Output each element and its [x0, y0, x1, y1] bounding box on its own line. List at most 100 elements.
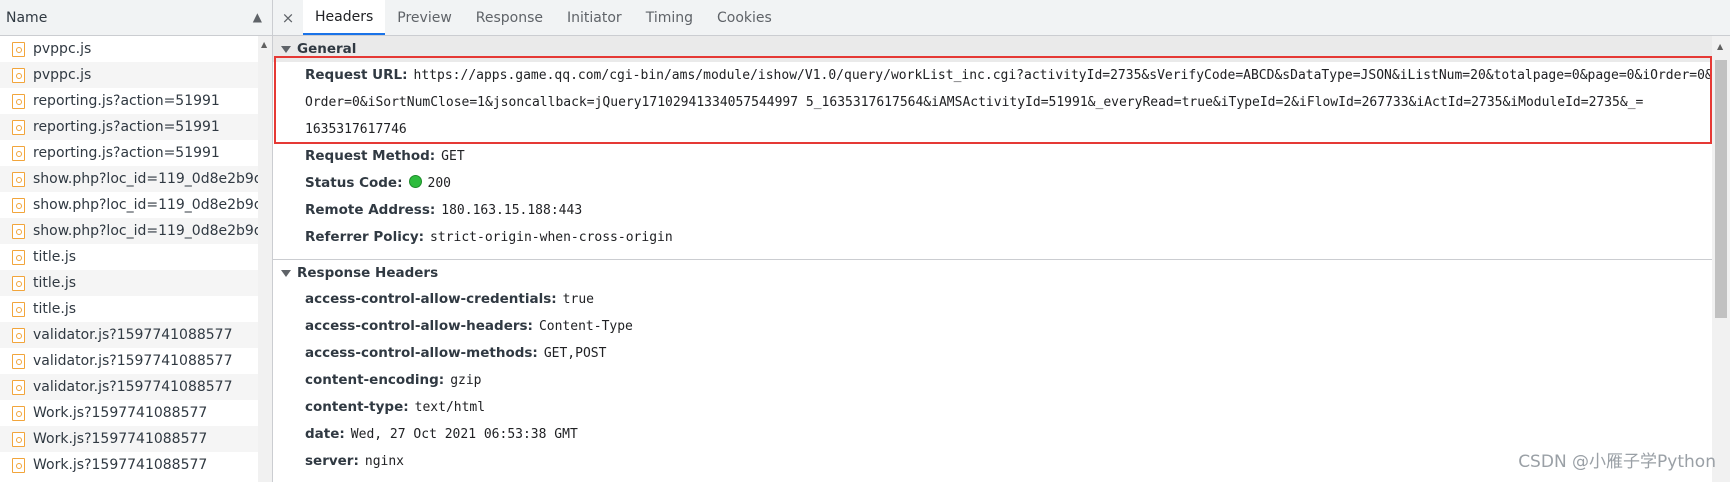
request-row[interactable]: pvppc.js: [0, 62, 258, 88]
request-row[interactable]: show.php?loc_id=119_0d8e2b9df: [0, 166, 258, 192]
request-row[interactable]: validator.js?1597741088577: [0, 348, 258, 374]
response-headers-section-header[interactable]: Response Headers: [273, 260, 1712, 286]
script-file-icon: [12, 353, 25, 369]
scrollbar-thumb[interactable]: [1715, 60, 1727, 318]
request-list-scrollbar[interactable]: ▲: [258, 36, 272, 482]
request-name: pvppc.js: [33, 67, 92, 83]
referrer-policy-label: Referrer Policy:: [305, 229, 425, 245]
request-name: validator.js?1597741088577: [33, 353, 233, 369]
request-row[interactable]: validator.js?1597741088577: [0, 322, 258, 348]
response-header-row: content-type: text/html: [273, 394, 1712, 421]
response-header-name: access-control-allow-methods:: [305, 345, 538, 361]
script-file-icon: [12, 145, 25, 161]
watermark: CSDN @小雁子学Python: [1518, 452, 1716, 472]
scroll-up-arrow-icon[interactable]: ▲: [261, 40, 267, 49]
response-header-row: date: Wed, 27 Oct 2021 06:53:38 GMT: [273, 421, 1712, 448]
request-row[interactable]: Work.js?1597741088577: [0, 426, 258, 452]
request-name: title.js: [33, 249, 77, 265]
general-section-header[interactable]: General: [273, 36, 1712, 62]
tab-headers[interactable]: Headers: [303, 0, 386, 35]
request-method-row: Request Method: GET: [273, 143, 1712, 170]
scroll-up-arrow-icon[interactable]: ▲: [1717, 42, 1723, 51]
script-file-icon: [12, 93, 25, 109]
details-scrollbar[interactable]: ▲: [1712, 36, 1730, 482]
request-url-block: Request URL: https://apps.game.qq.com/cgi…: [273, 62, 1712, 143]
request-method-label: Request Method:: [305, 148, 436, 164]
response-header-value: text/html: [414, 400, 486, 415]
response-header-name: server:: [305, 453, 359, 469]
request-name: Work.js?1597741088577: [33, 405, 208, 421]
request-detail-panel: × Headers Preview Response Initiator Tim…: [273, 0, 1730, 482]
response-header-value: nginx: [364, 454, 405, 469]
response-header-name: access-control-allow-headers:: [305, 318, 533, 334]
request-row[interactable]: title.js: [0, 296, 258, 322]
request-name: reporting.js?action=51991: [33, 119, 220, 135]
script-file-icon: [12, 405, 25, 421]
request-name: Work.js?1597741088577: [33, 431, 208, 447]
request-row[interactable]: title.js: [0, 244, 258, 270]
response-header-row: access-control-allow-credentials: true: [273, 286, 1712, 313]
request-name: validator.js?1597741088577: [33, 379, 233, 395]
script-file-icon: [12, 275, 25, 291]
headers-content: General Request URL: https://apps.game.qq…: [273, 36, 1712, 482]
status-ok-icon: [408, 175, 422, 188]
general-section-title: General: [297, 41, 357, 57]
tab-cookies[interactable]: Cookies: [705, 0, 784, 35]
response-header-row: content-encoding: gzip: [273, 367, 1712, 394]
request-row[interactable]: pvppc.js: [0, 36, 258, 62]
request-row[interactable]: validator.js?1597741088577: [0, 374, 258, 400]
request-row[interactable]: Work.js?1597741088577: [0, 400, 258, 426]
remote-address-value: 180.163.15.188:443: [441, 203, 583, 218]
detail-tabs: × Headers Preview Response Initiator Tim…: [273, 0, 1730, 36]
request-row[interactable]: Work.js?1597741088577: [0, 452, 258, 478]
request-url-label: Request URL:: [305, 67, 408, 83]
tab-preview[interactable]: Preview: [385, 0, 464, 35]
name-column-label: Name: [6, 9, 48, 26]
response-header-name: content-type:: [305, 399, 409, 415]
script-file-icon: [12, 431, 25, 447]
name-column-header[interactable]: Name ▲: [0, 0, 272, 36]
expand-triangle-icon: [281, 45, 291, 53]
tab-timing[interactable]: Timing: [634, 0, 705, 35]
request-name: show.php?loc_id=119_0d8e2b9df: [33, 197, 258, 213]
request-row[interactable]: reporting.js?action=51991: [0, 88, 258, 114]
response-header-row: access-control-allow-headers: Content-Typ…: [273, 313, 1712, 340]
remote-address-row: Remote Address: 180.163.15.188:443: [273, 197, 1712, 224]
request-row[interactable]: reporting.js?action=51991: [0, 140, 258, 166]
response-header-value: true: [562, 292, 594, 307]
response-header-name: content-encoding:: [305, 372, 445, 388]
script-file-icon: [12, 119, 25, 135]
tab-response[interactable]: Response: [464, 0, 555, 35]
close-icon[interactable]: ×: [273, 0, 303, 35]
request-url-line-2: Order=0&iSortNumClose=1&jsoncallback=jQu…: [305, 95, 1644, 110]
response-header-row: access-control-allow-methods: GET,POST: [273, 340, 1712, 367]
request-row[interactable]: reporting.js?action=51991: [0, 114, 258, 140]
script-file-icon: [12, 379, 25, 395]
referrer-policy-value: strict-origin-when-cross-origin: [430, 230, 673, 245]
request-name: title.js: [33, 275, 77, 291]
script-file-icon: [12, 249, 25, 265]
request-name: reporting.js?action=51991: [33, 93, 220, 109]
remote-address-label: Remote Address:: [305, 202, 436, 218]
script-file-icon: [12, 457, 25, 473]
response-header-name: access-control-allow-credentials:: [305, 291, 557, 307]
request-url-line-1: Request URL: https://apps.game.qq.com/cgi…: [305, 62, 1712, 89]
request-method-value: GET: [441, 149, 465, 164]
script-file-icon: [12, 223, 25, 239]
response-header-name: date:: [305, 426, 345, 442]
script-file-icon: [12, 171, 25, 187]
request-row[interactable]: show.php?loc_id=119_0d8e2b9df: [0, 218, 258, 244]
request-name: reporting.js?action=51991: [33, 145, 220, 161]
sort-ascending-icon[interactable]: ▲: [253, 10, 262, 24]
script-file-icon: [12, 41, 25, 57]
tab-initiator[interactable]: Initiator: [555, 0, 634, 35]
status-code-label: Status Code:: [305, 175, 403, 191]
request-row[interactable]: title.js: [0, 270, 258, 296]
request-url-value-1: https://apps.game.qq.com/cgi-bin/ams/mod…: [413, 68, 1712, 83]
expand-triangle-icon: [281, 269, 291, 277]
request-row[interactable]: show.php?loc_id=119_0d8e2b9df: [0, 192, 258, 218]
response-headers-title: Response Headers: [297, 265, 439, 281]
response-headers-list: access-control-allow-credentials: true acc…: [273, 286, 1712, 475]
response-header-row: server: nginx: [273, 448, 1712, 475]
request-name: validator.js?1597741088577: [33, 327, 233, 343]
